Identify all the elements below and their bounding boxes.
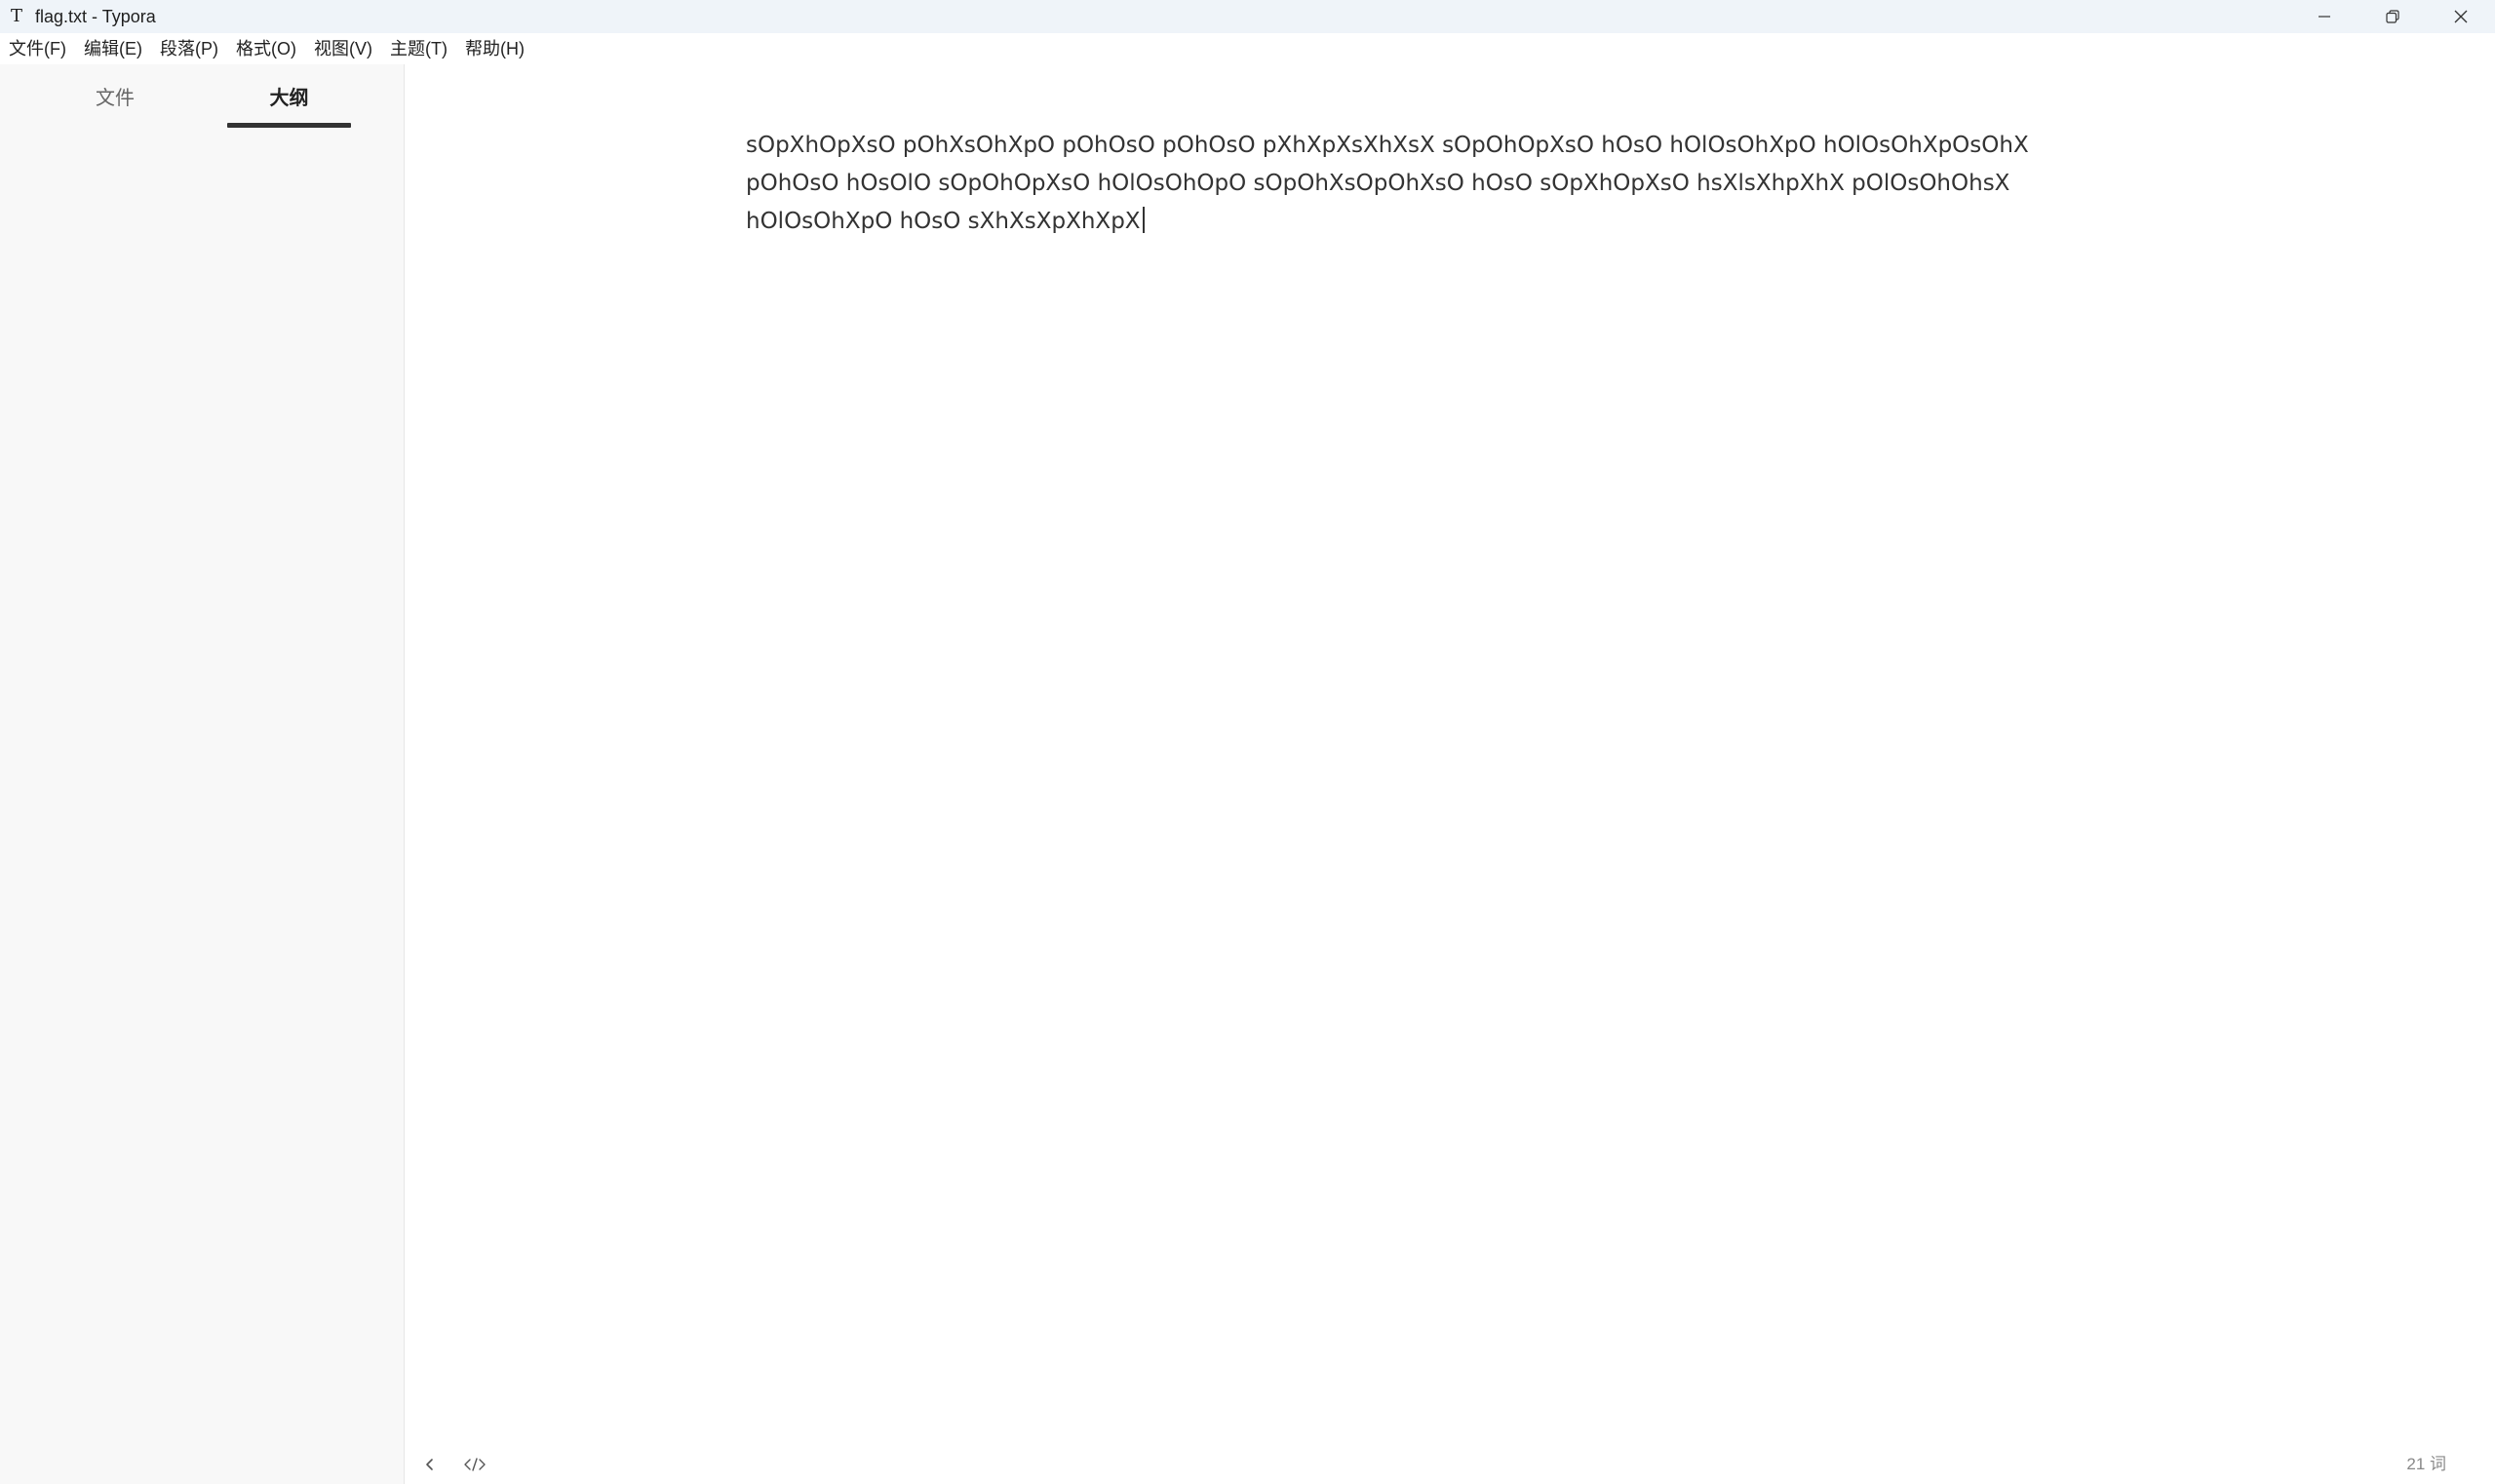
typora-app-icon[interactable]: T	[6, 6, 27, 27]
window-title: flag.txt - Typora	[35, 6, 156, 26]
status-bar: 21 词	[406, 1445, 2495, 1484]
title-bar[interactable]: T flag.txt - Typora	[0, 0, 2495, 33]
menu-paragraph[interactable]: 段落(P)	[151, 33, 227, 64]
sidebar-tabs: 文件 大纲	[0, 64, 404, 131]
menu-edit[interactable]: 编辑(E)	[75, 33, 151, 64]
menu-file[interactable]: 文件(F)	[0, 33, 75, 64]
chevron-left-icon	[426, 1459, 433, 1470]
toggle-sidebar-button[interactable]	[417, 1452, 443, 1477]
editor-area[interactable]: sOpXhOpXsO pOhXsOhXpO pOhOsO pOhOsO pXhX…	[406, 64, 2495, 1484]
menu-bar: 文件(F) 编辑(E) 段落(P) 格式(O) 视图(V) 主题(T) 帮助(H…	[0, 33, 2495, 64]
sidebar: 文件 大纲	[0, 64, 405, 1484]
window-controls	[2290, 0, 2495, 33]
close-button[interactable]	[2427, 0, 2495, 33]
minimize-icon	[2319, 16, 2330, 18]
word-count[interactable]: 21 词	[2406, 1445, 2446, 1484]
text-caret	[1142, 207, 1145, 233]
document-text[interactable]: sOpXhOpXsO pOhXsOhXpO pOhOsO pOhOsO pXhX…	[746, 133, 2029, 234]
menu-format[interactable]: 格式(O)	[227, 33, 305, 64]
source-code-icon	[464, 1458, 486, 1471]
menu-theme[interactable]: 主题(T)	[381, 33, 456, 64]
tab-files[interactable]: 文件	[88, 82, 142, 110]
tab-outline[interactable]: 大纲	[227, 82, 351, 110]
active-tab-indicator	[227, 123, 351, 128]
menu-view[interactable]: 视图(V)	[305, 33, 381, 64]
typora-window: T flag.txt - Typora 文件(F) 编辑(E) 段落(P) 格式…	[0, 0, 2495, 1484]
restore-button[interactable]	[2359, 0, 2427, 33]
source-code-mode-button[interactable]	[462, 1452, 487, 1477]
menu-help[interactable]: 帮助(H)	[456, 33, 533, 64]
minimize-button[interactable]	[2290, 0, 2359, 33]
close-icon	[2454, 10, 2468, 23]
document-paragraph[interactable]: sOpXhOpXsO pOhXsOhXpO pOhOsO pOhOsO pXhX…	[746, 127, 2121, 241]
restore-icon	[2386, 10, 2399, 23]
